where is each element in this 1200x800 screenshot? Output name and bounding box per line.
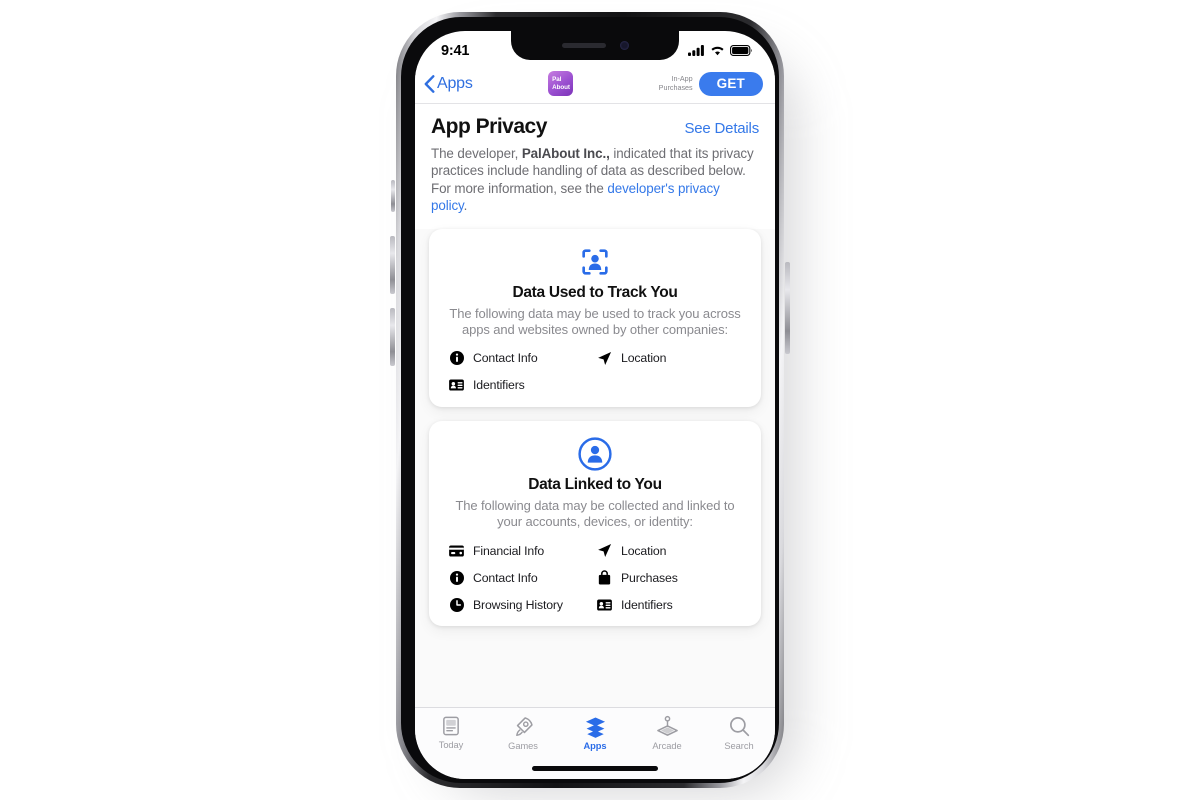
data-category-grid: Contact Info Location Identifiers [445, 351, 745, 393]
back-button-label: Apps [437, 74, 473, 92]
iphone-device-frame: 9:41 Apps Pal About In-App Purchases GET… [396, 12, 784, 788]
shopping-bag-icon [597, 570, 612, 585]
id-card-icon [597, 597, 612, 612]
data-category-financial-info: Financial Info [449, 543, 593, 558]
location-arrow-icon [597, 351, 612, 366]
info-circle-icon [449, 570, 464, 585]
card-title: Data Used to Track You [512, 283, 678, 301]
status-indicators [688, 45, 753, 56]
person-in-viewfinder-icon [582, 248, 608, 275]
description-end: . [463, 198, 468, 214]
data-category-label: Purchases [621, 570, 678, 585]
tab-games[interactable]: Games [487, 715, 559, 751]
data-category-contact-info: Contact Info [449, 351, 593, 366]
data-category-location: Location [597, 543, 741, 558]
tab-today[interactable]: Today [415, 715, 487, 750]
clock-icon [449, 597, 464, 612]
tab-label: Today [438, 740, 464, 750]
person-circle-icon [578, 437, 612, 471]
data-category-browsing-history: Browsing History [449, 597, 593, 612]
card-icon-wrap [445, 245, 745, 279]
rocket-icon [515, 717, 533, 737]
card-description: The following data may be collected and … [455, 497, 735, 530]
data-linked-to-you-card: Data Linked to You The following data ma… [429, 420, 761, 626]
data-category-label: Identifiers [473, 378, 525, 393]
notch [511, 31, 679, 60]
back-button[interactable]: Apps [424, 75, 473, 93]
card-title: Data Linked to You [528, 475, 662, 493]
see-details-link[interactable]: See Details [684, 120, 759, 137]
status-time: 9:41 [441, 42, 470, 59]
tab-apps[interactable]: Apps [559, 715, 631, 751]
in-app-purchases-label: In-App Purchases [658, 74, 693, 92]
volume-down-button[interactable] [390, 308, 395, 366]
data-category-label: Location [621, 351, 667, 366]
data-category-purchases: Purchases [597, 570, 741, 585]
battery-icon [730, 45, 752, 56]
data-category-label: Financial Info [473, 543, 545, 558]
privacy-description: The developer, PalAbout Inc., indicated … [415, 139, 775, 229]
cellular-signal-icon [688, 45, 704, 56]
page-title: App Privacy [431, 115, 547, 138]
get-button[interactable]: GET [698, 71, 763, 96]
location-arrow-icon [597, 543, 612, 558]
app-icon-line1: Pal [552, 76, 562, 84]
earpiece-speaker [561, 43, 606, 48]
tab-arcade[interactable]: Arcade [631, 715, 703, 751]
data-category-label: Location [621, 543, 667, 558]
device-screen: 9:41 Apps Pal About In-App Purchases GET… [415, 31, 775, 779]
volume-up-button[interactable] [390, 236, 395, 294]
chevron-left-icon [424, 74, 435, 93]
joystick-icon [656, 715, 678, 736]
wifi-icon [711, 46, 724, 56]
data-category-contact-info: Contact Info [449, 570, 593, 585]
card-description: The following data may be used to track … [449, 305, 741, 338]
tab-label: Arcade [652, 741, 682, 751]
data-category-grid: Financial Info Location Contact Info Pur… [445, 543, 745, 612]
data-category-label: Contact Info [473, 570, 538, 585]
screenshot-stage: 9:41 Apps Pal About In-App Purchases GET… [0, 0, 1200, 800]
data-category-location: Location [597, 351, 741, 366]
palabout-app-icon[interactable]: Pal About [548, 71, 574, 96]
today-newspaper-icon [443, 716, 459, 736]
credit-card-icon [449, 543, 464, 558]
app-privacy-content: App Privacy See Details The developer, P… [415, 105, 775, 707]
data-used-to-track-you-card: Data Used to Track You The following dat… [429, 228, 761, 407]
description-part-1: The developer, [431, 146, 522, 161]
developer-name: PalAbout Inc., [521, 146, 610, 161]
data-category-label: Identifiers [621, 597, 673, 612]
info-circle-icon [449, 351, 464, 366]
data-category-label: Browsing History [473, 597, 563, 612]
home-indicator[interactable] [532, 766, 658, 771]
data-category-identifiers: Identifiers [449, 378, 593, 393]
power-button[interactable] [785, 262, 790, 354]
id-card-icon [449, 378, 464, 393]
iap-line-2: Purchases [658, 82, 693, 92]
tab-label: Games [508, 741, 538, 751]
tab-search[interactable]: Search [703, 715, 775, 751]
card-icon-wrap [445, 437, 745, 471]
navigation-bar: Apps Pal About In-App Purchases GET [415, 64, 775, 104]
app-icon-line2: About [552, 83, 570, 91]
front-camera-icon [619, 41, 629, 50]
data-category-identifiers: Identifiers [597, 597, 741, 612]
stacked-layers-icon [585, 717, 605, 738]
magnifier-icon [729, 717, 749, 737]
tab-label: Apps [583, 741, 607, 751]
silent-switch[interactable] [391, 180, 395, 212]
data-category-label: Contact Info [473, 351, 538, 366]
device-bezel: 9:41 Apps Pal About In-App Purchases GET… [401, 17, 779, 783]
tab-label: Search [724, 741, 754, 751]
section-header: App Privacy See Details [415, 105, 775, 139]
